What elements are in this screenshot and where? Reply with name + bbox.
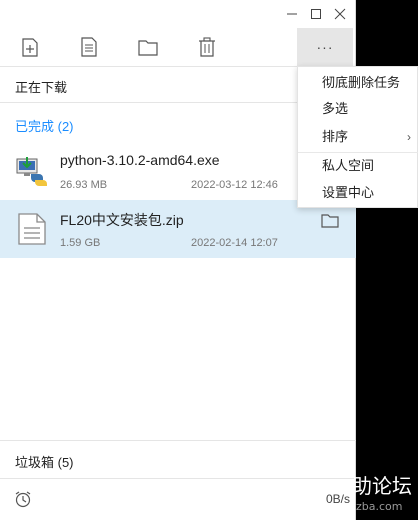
folder-icon[interactable] (131, 30, 165, 64)
file-size: 1.59 GB (60, 237, 101, 249)
watermark-url: zba.com (356, 500, 403, 513)
alarm-clock-icon[interactable] (14, 490, 32, 508)
watermark-text: 助论坛 (352, 474, 412, 498)
title-bar (0, 0, 356, 28)
menu-item-multi-select[interactable]: 多选 (298, 95, 418, 123)
minimize-icon[interactable] (282, 4, 302, 24)
more-icon: ··· (316, 39, 334, 55)
file-date: 2022-03-12 12:46 (191, 179, 278, 191)
python-installer-icon (15, 154, 49, 188)
menu-item-sort-label: 排序 (322, 129, 349, 144)
divider (0, 478, 356, 479)
menu-item-sort[interactable]: 排序 › (298, 123, 418, 151)
section-downloading[interactable]: 正在下载 (15, 77, 67, 96)
menu-item-private-space[interactable]: 私人空间 (298, 152, 418, 180)
file-name: FL20中文安装包.zip (60, 212, 184, 228)
chevron-right-icon: › (407, 130, 411, 144)
zip-file-icon (15, 212, 49, 246)
maximize-icon[interactable] (306, 4, 326, 24)
divider (0, 440, 356, 441)
more-context-menu: 彻底删除任务 多选 排序 › 私人空间 设置中心 (297, 66, 418, 208)
file-name: python-3.10.2-amd64.exe (60, 152, 220, 168)
document-icon[interactable] (72, 30, 106, 64)
more-menu-button[interactable]: ··· (297, 28, 353, 66)
menu-item-settings[interactable]: 设置中心 (298, 179, 418, 207)
file-date: 2022-02-14 12:07 (191, 237, 278, 249)
open-folder-icon[interactable] (321, 212, 339, 228)
section-completed[interactable]: 已完成 (2) (15, 116, 74, 135)
trash-icon[interactable] (190, 30, 224, 64)
file-size: 26.93 MB (60, 179, 108, 191)
list-item[interactable]: FL20中文安装包.zip 1.59 GB 2022-02-14 12:07 (0, 200, 356, 258)
menu-item-delete-task[interactable]: 彻底删除任务 (298, 69, 418, 97)
toolbar: ··· (0, 28, 356, 66)
close-icon[interactable] (330, 4, 350, 24)
section-trash[interactable]: 垃圾箱 (5) (15, 452, 74, 471)
download-speed: 0B/s (326, 492, 351, 506)
new-task-icon[interactable] (13, 30, 47, 64)
